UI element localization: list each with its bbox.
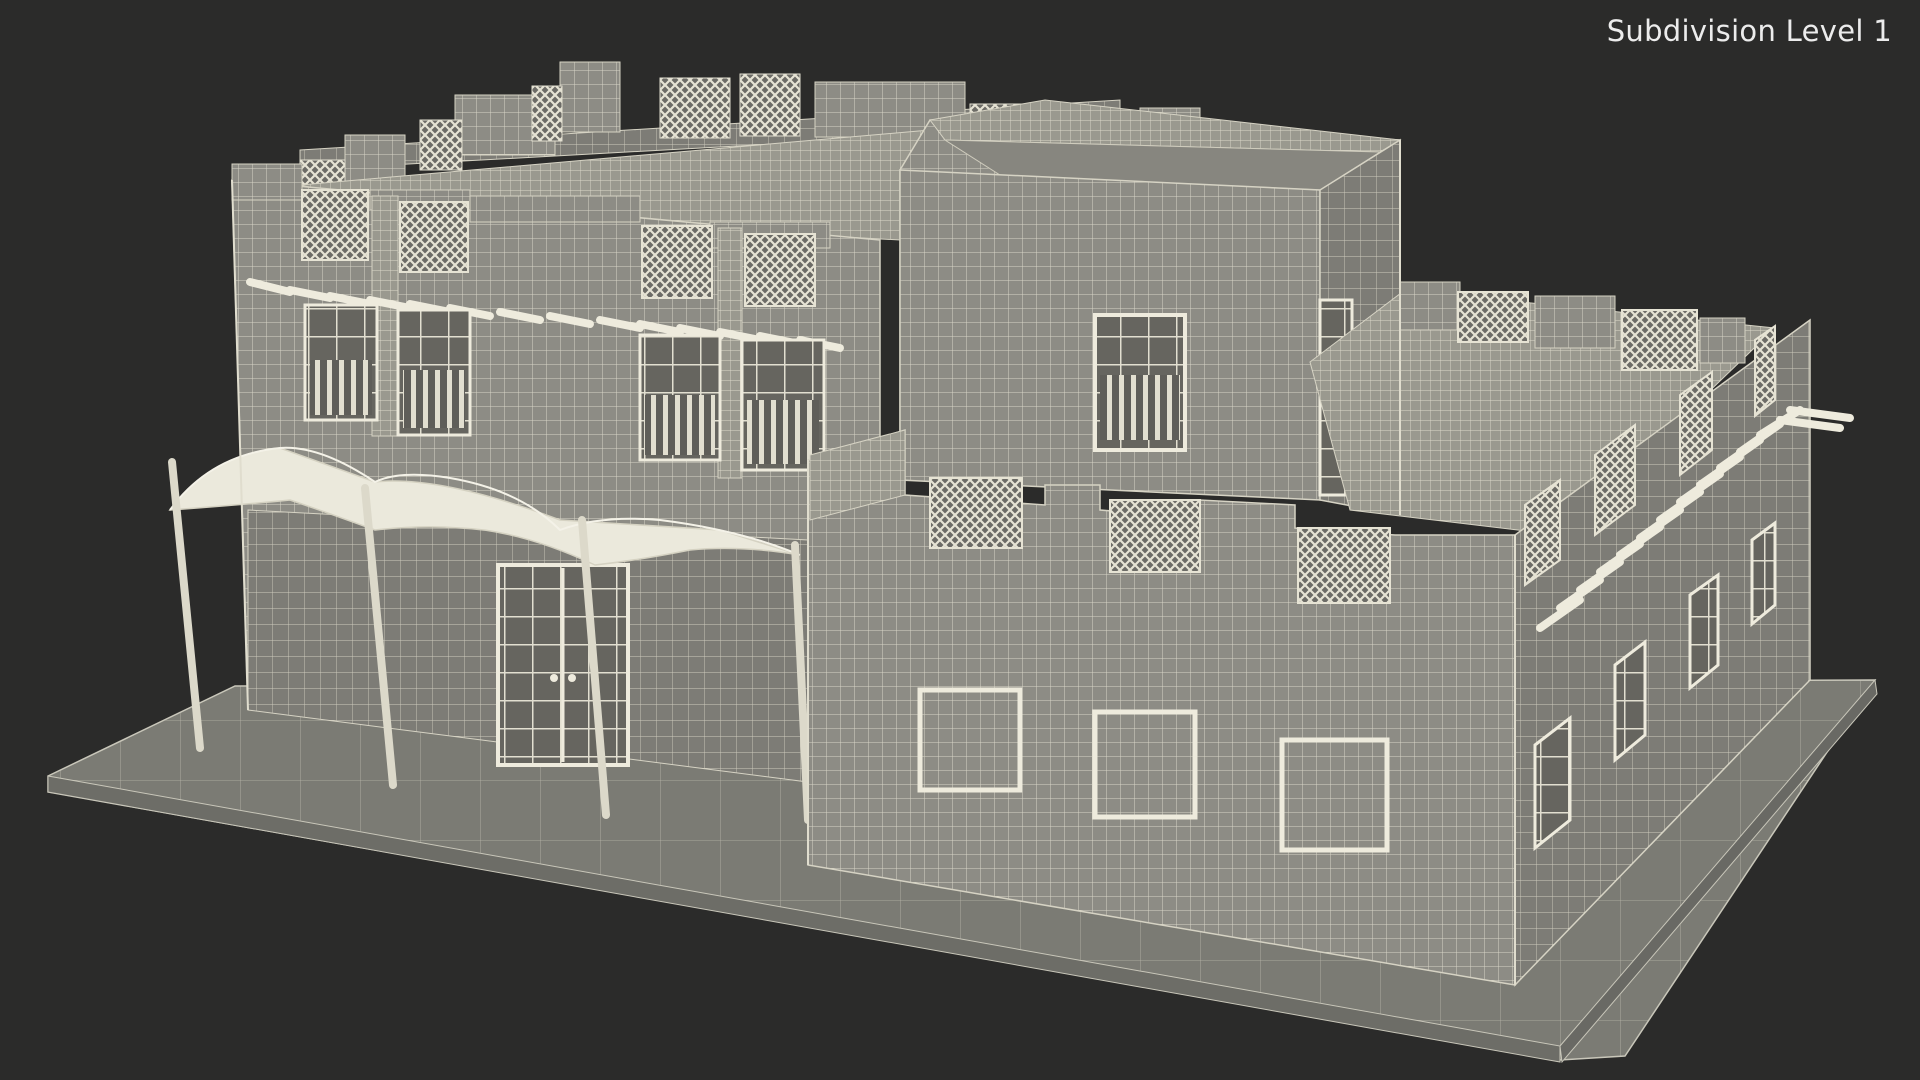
central-tower bbox=[899, 99, 1402, 517]
window-front-3 bbox=[1279, 737, 1390, 853]
window-front-2 bbox=[1092, 709, 1198, 820]
window-front-1 bbox=[917, 687, 1023, 793]
house-wireframe-render bbox=[47, 61, 1878, 1064]
3d-viewport[interactable]: Subdivision Level 1 bbox=[0, 0, 1920, 1080]
